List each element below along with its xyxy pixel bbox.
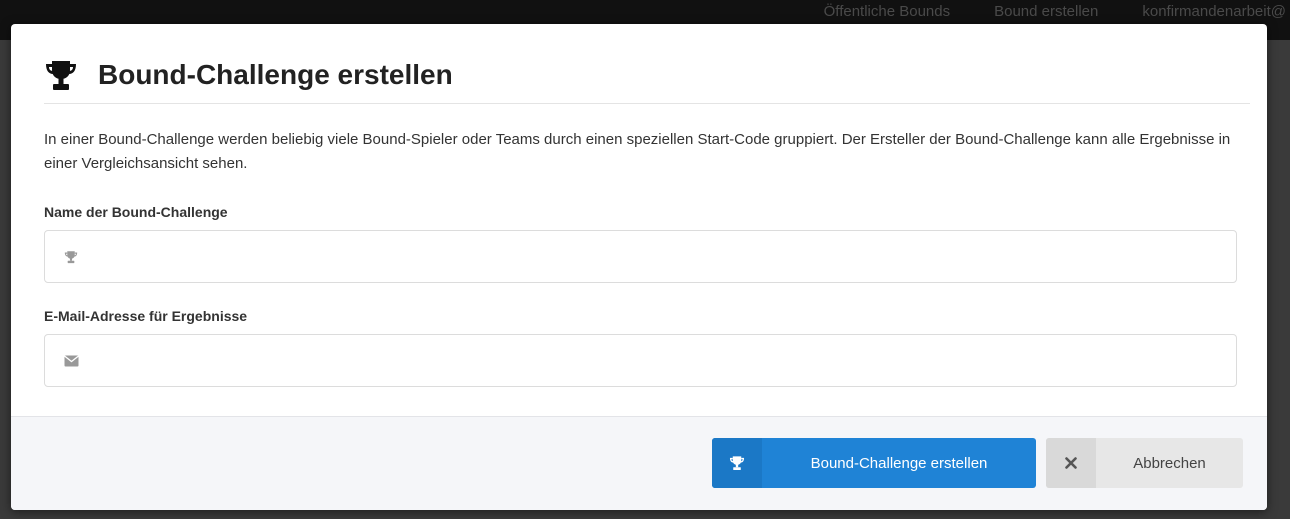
results-email-input[interactable] bbox=[81, 335, 1236, 386]
intro-text: In einer Bound-Challenge werden beliebig… bbox=[44, 131, 1231, 172]
nav-link-account[interactable]: konfirmandenarbeit@ bbox=[1142, 0, 1286, 24]
cancel-label: Abbrechen bbox=[1133, 454, 1206, 472]
top-nav: Öffentliche Bounds Bound erstellen konfi… bbox=[824, 0, 1290, 24]
challenge-name-input[interactable] bbox=[81, 231, 1236, 282]
nav-link-create-bound[interactable]: Bound erstellen bbox=[994, 0, 1098, 24]
trophy-icon bbox=[46, 61, 76, 90]
nav-link-public-bounds[interactable]: Öffentliche Bounds bbox=[824, 0, 950, 24]
trophy-icon bbox=[712, 438, 762, 488]
modal-header: Bound-Challenge erstellen bbox=[44, 56, 1250, 104]
trophy-icon bbox=[61, 250, 81, 264]
name-input-group[interactable] bbox=[44, 230, 1237, 283]
create-challenge-modal: Bound-Challenge erstellen In einer Bound… bbox=[11, 24, 1267, 510]
email-input-group[interactable] bbox=[44, 334, 1237, 387]
name-field-label: Name der Bound-Challenge bbox=[44, 204, 228, 220]
create-challenge-button[interactable]: Bound-Challenge erstellen bbox=[712, 438, 1036, 488]
modal-footer: Bound-Challenge erstellen Abbrechen bbox=[11, 416, 1267, 510]
envelope-icon bbox=[61, 354, 81, 367]
close-icon bbox=[1046, 438, 1096, 488]
email-field-label: E-Mail-Adresse für Ergebnisse bbox=[44, 308, 248, 324]
modal-title: Bound-Challenge erstellen bbox=[98, 59, 453, 90]
cancel-button[interactable]: Abbrechen bbox=[1046, 438, 1243, 488]
create-challenge-label: Bound-Challenge erstellen bbox=[810, 454, 988, 472]
